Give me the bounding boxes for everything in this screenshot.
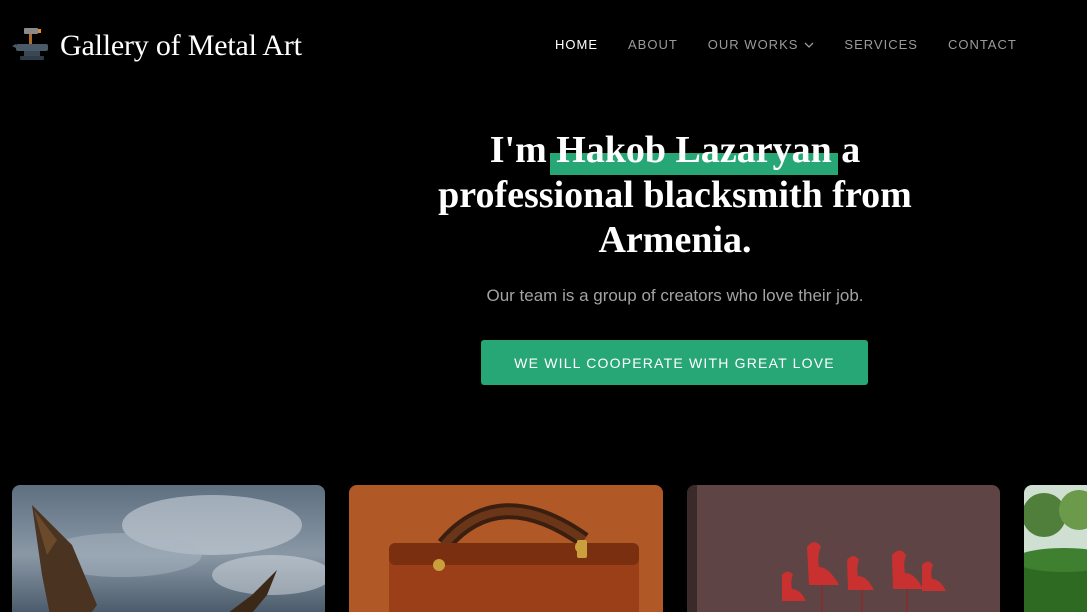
nav-item-about[interactable]: ABOUT bbox=[628, 37, 678, 52]
nav-item-contact[interactable]: CONTACT bbox=[948, 37, 1017, 52]
site-title: Gallery of Metal Art bbox=[60, 29, 302, 62]
gallery-card-eagle[interactable] bbox=[12, 485, 325, 612]
hero-title-rest: professional blacksmith from Armenia. bbox=[438, 174, 912, 261]
site-header: Gallery of Metal Art HOME ABOUT OUR WORK… bbox=[0, 0, 1087, 92]
hero-title-highlight: Hakob Lazaryan bbox=[550, 129, 838, 175]
nav-item-label: HOME bbox=[555, 37, 598, 52]
hero-title-suffix: a bbox=[841, 129, 861, 171]
gallery-card-garden[interactable] bbox=[1024, 485, 1087, 612]
garden-greenery-image bbox=[1024, 485, 1087, 612]
nav-item-label: ABOUT bbox=[628, 37, 678, 52]
hero-title: I'm Hakob Lazaryan a professional blacks… bbox=[395, 128, 955, 263]
nav-item-our-works[interactable]: OUR WORKS bbox=[708, 37, 815, 52]
leather-bag-image bbox=[349, 485, 663, 612]
nav-item-label: OUR WORKS bbox=[707, 37, 799, 52]
gallery-card-bag[interactable] bbox=[349, 485, 663, 612]
chevron-down-icon bbox=[804, 42, 814, 48]
hero-title-prefix: I'm bbox=[489, 129, 547, 171]
anvil-hammer-icon bbox=[12, 28, 48, 60]
cta-button[interactable]: WE WILL COOPERATE WITH GREAT LOVE bbox=[481, 340, 868, 385]
main-nav: HOME ABOUT OUR WORKS SERVICES CONTACT bbox=[555, 37, 1047, 52]
flamingo-wall-art-image bbox=[687, 485, 1000, 612]
hero-subtitle: Our team is a group of creators who love… bbox=[486, 286, 864, 305]
site-logo[interactable]: Gallery of Metal Art bbox=[12, 26, 302, 66]
eagle-sculpture-image bbox=[12, 485, 325, 612]
nav-item-services[interactable]: SERVICES bbox=[844, 37, 918, 52]
nav-item-home[interactable]: HOME bbox=[555, 37, 598, 52]
nav-item-label: CONTACT bbox=[947, 37, 1017, 52]
page: Gallery of Metal Art HOME ABOUT OUR WORK… bbox=[0, 0, 1087, 612]
gallery-card-flamingo[interactable] bbox=[687, 485, 1000, 612]
nav-item-label: SERVICES bbox=[844, 37, 918, 52]
